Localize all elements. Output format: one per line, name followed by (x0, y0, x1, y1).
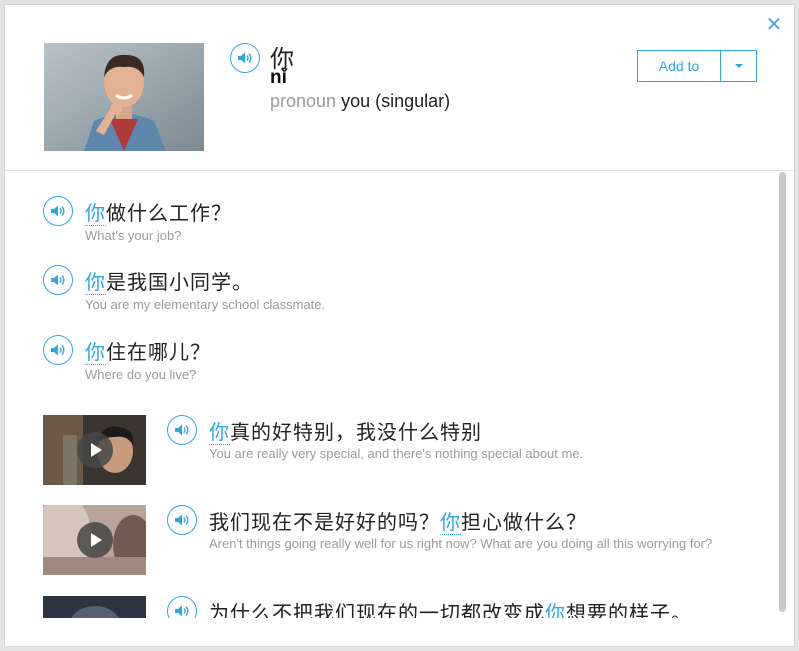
play-icon (76, 432, 113, 468)
example-english: Where do you live? (85, 367, 197, 382)
speaker-icon (175, 605, 189, 617)
example-english: You are really very special, and there's… (209, 446, 584, 461)
scrollbar[interactable] (779, 172, 786, 612)
video-thumbnail[interactable] (43, 415, 146, 485)
part-of-speech: pronoun (270, 91, 337, 111)
add-to-dropdown: Add to (637, 50, 757, 82)
example-chinese: 你住在哪儿？ (85, 336, 211, 365)
example-chinese: 我们现在不是好好的吗？你担心做什么？ (209, 506, 587, 535)
speaker-icon (175, 424, 189, 436)
example-text: 担心做什么？ (461, 510, 587, 534)
speaker-icon (175, 514, 189, 526)
video-thumbnail[interactable] (43, 505, 146, 575)
speaker-icon (51, 274, 65, 286)
example-text: 住在哪儿？ (106, 340, 211, 364)
example-text: 做什么工作？ (106, 201, 232, 225)
speaker-icon (51, 205, 65, 217)
word-pinyin: nǐ (270, 67, 287, 88)
word-audio-button[interactable] (230, 43, 260, 73)
example-audio-button[interactable] (167, 596, 197, 618)
example-chinese: 你是我国小同学。 (85, 266, 253, 295)
word-detail-modal: ✕ 你 nǐ pronoun you (singular) Add to 你做什… (4, 4, 795, 647)
highlighted-word[interactable]: 你 (85, 270, 106, 295)
video-still (43, 596, 146, 618)
example-text: 真的好特别，我没什么特别 (230, 420, 482, 444)
word-photo (44, 43, 204, 151)
video-thumbnail[interactable] (43, 596, 146, 618)
word-definition: pronoun you (singular) (270, 91, 450, 112)
example-audio-button[interactable] (167, 415, 197, 445)
play-icon (76, 522, 113, 558)
highlighted-word[interactable]: 你 (545, 601, 566, 618)
highlighted-word[interactable]: 你 (85, 201, 106, 226)
highlighted-word[interactable]: 你 (440, 510, 461, 535)
example-audio-button[interactable] (43, 265, 73, 295)
example-chinese: 为什么不把我们现在的一切都改变成你想要的样子。 (209, 597, 692, 618)
examples-list: 你做什么工作？ What's your job? 你是我国小同学。 You ar… (5, 172, 794, 618)
example-audio-button[interactable] (167, 505, 197, 535)
add-to-button[interactable]: Add to (638, 51, 720, 81)
example-english: Aren't things going really well for us r… (209, 536, 713, 551)
example-text: 我们现在不是好好的吗？ (209, 510, 440, 534)
word-header: 你 nǐ pronoun you (singular) Add to (5, 5, 794, 171)
example-text: 想要的样子。 (566, 601, 692, 618)
example-text: 是我国小同学。 (106, 270, 253, 294)
add-to-caret-button[interactable] (720, 51, 756, 81)
example-english: You are my elementary school classmate. (85, 297, 326, 312)
speaker-icon (51, 344, 65, 356)
example-audio-button[interactable] (43, 196, 73, 226)
word-gloss: you (singular) (341, 91, 451, 111)
speaker-icon (238, 52, 252, 64)
caret-down-icon (734, 64, 743, 68)
example-chinese: 你真的好特别，我没什么特别 (209, 416, 482, 445)
example-chinese: 你做什么工作？ (85, 197, 232, 226)
example-english: What's your job? (85, 228, 182, 243)
example-audio-button[interactable] (43, 335, 73, 365)
highlighted-word[interactable]: 你 (85, 340, 106, 365)
highlighted-word[interactable]: 你 (209, 420, 230, 445)
example-text: 为什么不把我们现在的一切都改变成 (209, 601, 545, 618)
